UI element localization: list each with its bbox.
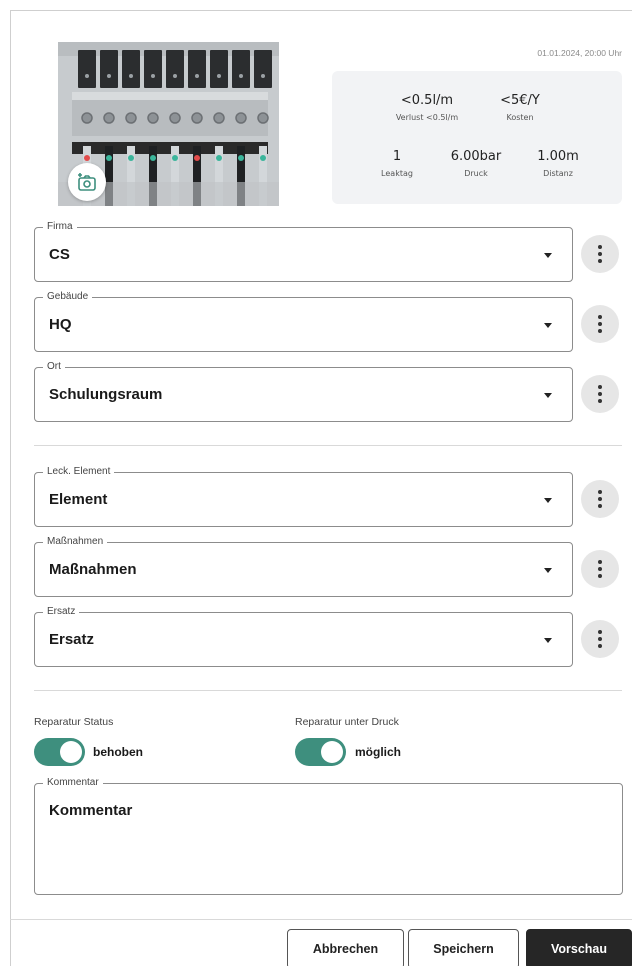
stat-pressure-label: Druck (464, 169, 488, 178)
dropdown-arrow-icon (544, 498, 552, 503)
stat-leaktag: 1 Leaktag (372, 149, 422, 178)
ort-label: Ort (43, 361, 65, 373)
dot-icon (598, 644, 602, 648)
dropdown-arrow-icon (544, 393, 552, 398)
dot-icon (598, 637, 602, 641)
leak-photo[interactable] (58, 42, 279, 206)
add-photo-button[interactable] (68, 163, 106, 201)
toggle-knob (60, 741, 82, 763)
massnahmen-more-button[interactable] (581, 550, 619, 588)
footer-divider (10, 919, 632, 920)
cancel-button[interactable]: Abbrechen (287, 929, 404, 966)
dot-icon (598, 392, 602, 396)
stat-cost-value: <5€/Y (500, 93, 540, 108)
ersatz-select[interactable]: Ersatz Ersatz (34, 606, 573, 667)
ersatz-label: Ersatz (43, 606, 80, 618)
dot-icon (598, 252, 602, 256)
section-divider (34, 690, 622, 691)
element-select[interactable]: Leck. Element Element (34, 466, 573, 527)
stat-cost: <5€/Y Kosten (490, 93, 550, 122)
ort-select[interactable]: Ort Schulungsraum (34, 361, 573, 422)
toggle-knob (321, 741, 343, 763)
dot-icon (598, 399, 602, 403)
element-label: Leck. Element (43, 466, 115, 478)
stat-distance-label: Distanz (543, 169, 573, 178)
repair-status-text: behoben (93, 745, 143, 759)
dot-icon (598, 490, 602, 494)
comment-label: Kommentar (43, 777, 103, 789)
stat-leaktag-label: Leaktag (381, 169, 413, 178)
gebaeude-select[interactable]: Gebäude HQ (34, 291, 573, 352)
stat-pressure: 6.00bar Druck (444, 149, 508, 178)
firma-select[interactable]: Firma CS (34, 221, 573, 282)
firma-label: Firma (43, 221, 77, 233)
stat-pressure-value: 6.00bar (450, 149, 502, 164)
dot-icon (598, 329, 602, 333)
dropdown-arrow-icon (544, 568, 552, 573)
gebaeude-value: HQ (49, 316, 72, 333)
dot-icon (598, 245, 602, 249)
firma-more-button[interactable] (581, 235, 619, 273)
stats-panel: <0.5l/m Verlust <0.5l/m <5€/Y Kosten 1 L… (332, 71, 622, 204)
dot-icon (598, 560, 602, 564)
element-value: Element (49, 491, 108, 508)
dot-icon (598, 504, 602, 508)
stat-cost-label: Kosten (506, 113, 534, 122)
dot-icon (598, 385, 602, 389)
preview-button[interactable]: Vorschau (526, 929, 632, 966)
dot-icon (598, 567, 602, 571)
stat-leaktag-value: 1 (392, 149, 402, 164)
firma-value: CS (49, 246, 70, 263)
dropdown-arrow-icon (544, 253, 552, 258)
ort-more-button[interactable] (581, 375, 619, 413)
ort-value: Schulungsraum (49, 386, 163, 403)
repair-pressure-text: möglich (355, 745, 402, 759)
save-button[interactable]: Speichern (408, 929, 519, 966)
repair-pressure-label: Reparatur unter Druck (295, 716, 399, 728)
repair-status-toggle[interactable] (34, 738, 85, 766)
add-photo-icon (78, 173, 96, 191)
stat-distance: 1.00m Distanz (528, 149, 588, 178)
repair-status-label: Reparatur Status (34, 716, 114, 728)
dropdown-arrow-icon (544, 323, 552, 328)
dot-icon (598, 259, 602, 263)
stat-loss-label: Verlust <0.5l/m (395, 113, 459, 122)
dot-icon (598, 574, 602, 578)
stat-distance-value: 1.00m (537, 149, 579, 164)
stat-loss-value: <0.5l/m (400, 93, 454, 108)
section-divider (34, 445, 622, 446)
timestamp: 01.01.2024, 20:00 Uhr (537, 48, 622, 58)
dot-icon (598, 497, 602, 501)
massnahmen-select[interactable]: Maßnahmen Maßnahmen (34, 536, 573, 597)
ersatz-more-button[interactable] (581, 620, 619, 658)
dot-icon (598, 322, 602, 326)
comment-value: Kommentar (49, 802, 133, 819)
gebaeude-label: Gebäude (43, 291, 93, 303)
element-more-button[interactable] (581, 480, 619, 518)
stat-loss: <0.5l/m Verlust <0.5l/m (392, 93, 462, 122)
ersatz-value: Ersatz (49, 631, 95, 648)
repair-pressure-toggle[interactable] (295, 738, 346, 766)
dot-icon (598, 630, 602, 634)
dropdown-arrow-icon (544, 638, 552, 643)
gebaeude-more-button[interactable] (581, 305, 619, 343)
dot-icon (598, 315, 602, 319)
massnahmen-value: Maßnahmen (49, 561, 137, 578)
massnahmen-label: Maßnahmen (43, 536, 108, 548)
comment-textarea[interactable]: Kommentar Kommentar (34, 777, 623, 895)
